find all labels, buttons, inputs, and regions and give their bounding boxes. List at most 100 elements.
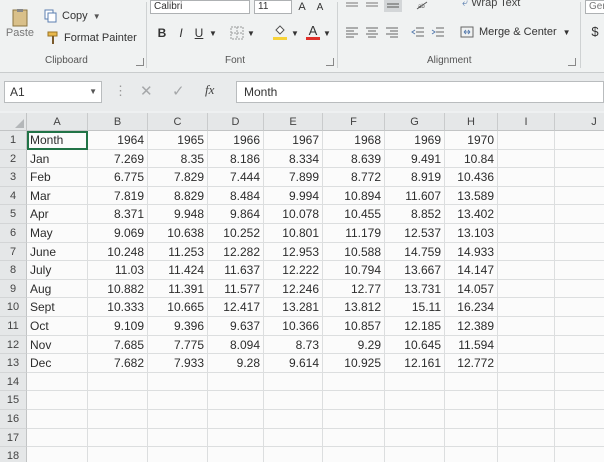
- cell-g10[interactable]: 15.11: [385, 298, 445, 317]
- cell-i2[interactable]: [498, 149, 555, 169]
- row-header[interactable]: 14: [0, 372, 27, 392]
- wrap-text-button[interactable]: ⤶ Wrap Text: [462, 0, 520, 10]
- row-header[interactable]: 18: [0, 447, 27, 462]
- cell-d17[interactable]: [208, 428, 264, 448]
- cell-c18[interactable]: [148, 447, 208, 462]
- row-header[interactable]: 16: [0, 410, 27, 429]
- cell-e18[interactable]: [264, 447, 323, 462]
- cell-b14[interactable]: [88, 372, 148, 392]
- insert-function-icon[interactable]: fx: [205, 82, 214, 98]
- cell-h4[interactable]: 13.589: [445, 186, 498, 206]
- cell-c13[interactable]: 7.933: [148, 354, 208, 373]
- cell-j8[interactable]: [555, 261, 604, 280]
- cell-f4[interactable]: 10.894: [323, 186, 385, 206]
- cell-j18[interactable]: [555, 447, 604, 462]
- cell-j4[interactable]: [555, 187, 604, 206]
- cell-f10[interactable]: 13.812: [323, 298, 385, 317]
- copy-dropdown-icon[interactable]: ▼: [93, 12, 101, 21]
- cell-d12[interactable]: 8.094: [208, 335, 264, 355]
- font-size-box[interactable]: 11: [254, 0, 292, 14]
- cell-f6[interactable]: 11.179: [323, 224, 385, 243]
- row-header[interactable]: 3: [0, 168, 27, 187]
- cell-c15[interactable]: [148, 391, 208, 410]
- cell-a2[interactable]: Jan: [27, 149, 88, 169]
- column-header-g[interactable]: G: [385, 113, 445, 131]
- cell-e9[interactable]: 12.246: [264, 279, 323, 299]
- top-align-button[interactable]: [344, 0, 360, 10]
- cell-c2[interactable]: 8.35: [148, 149, 208, 169]
- confirm-entry-icon[interactable]: ✓: [172, 82, 185, 100]
- cell-h16[interactable]: [445, 410, 498, 429]
- cell-a18[interactable]: [27, 447, 88, 462]
- cell-e13[interactable]: 9.614: [264, 354, 323, 373]
- cell-f9[interactable]: 12.77: [323, 279, 385, 299]
- borders-button[interactable]: [228, 22, 246, 44]
- currency-format-button[interactable]: $: [588, 22, 602, 40]
- cell-d18[interactable]: [208, 447, 264, 462]
- cancel-entry-icon[interactable]: ✕: [140, 82, 153, 100]
- cell-c8[interactable]: 11.424: [148, 261, 208, 280]
- cell-i4[interactable]: [498, 186, 555, 206]
- merge-center-button[interactable]: Merge & Center ▼: [460, 24, 571, 40]
- row-header[interactable]: 10: [0, 298, 27, 317]
- row-header[interactable]: 1: [0, 131, 27, 150]
- cell-d13[interactable]: 9.28: [208, 354, 264, 373]
- row-header[interactable]: 9: [0, 279, 27, 299]
- formula-input[interactable]: Month: [236, 81, 604, 103]
- cell-e4[interactable]: 9.994: [264, 186, 323, 206]
- cell-g17[interactable]: [385, 428, 445, 448]
- row-header[interactable]: 7: [0, 242, 27, 262]
- cell-f16[interactable]: [323, 410, 385, 429]
- cell-f3[interactable]: 8.772: [323, 168, 385, 187]
- row-header[interactable]: 17: [0, 428, 27, 448]
- cell-h7[interactable]: 14.933: [445, 242, 498, 262]
- cell-i3[interactable]: [498, 168, 555, 187]
- cell-b10[interactable]: 10.333: [88, 298, 148, 317]
- cell-h15[interactable]: [445, 391, 498, 410]
- cell-i5[interactable]: [498, 205, 555, 224]
- cell-h5[interactable]: 13.402: [445, 205, 498, 224]
- cell-e5[interactable]: 10.078: [264, 205, 323, 224]
- cell-e12[interactable]: 8.73: [264, 335, 323, 355]
- cell-j15[interactable]: [555, 391, 604, 410]
- cell-a16[interactable]: [27, 410, 88, 429]
- cell-f7[interactable]: 10.588: [323, 242, 385, 262]
- cell-e17[interactable]: [264, 428, 323, 448]
- column-header-c[interactable]: C: [148, 113, 208, 131]
- italic-button[interactable]: I: [174, 22, 188, 44]
- name-box[interactable]: A1 ▼: [4, 81, 102, 103]
- clipboard-launcher-icon[interactable]: [136, 58, 144, 66]
- cell-b13[interactable]: 7.682: [88, 354, 148, 373]
- cell-a7[interactable]: June: [27, 242, 88, 262]
- cell-b15[interactable]: [88, 391, 148, 410]
- cell-c4[interactable]: 8.829: [148, 186, 208, 206]
- cell-a8[interactable]: July: [27, 261, 88, 280]
- cell-f8[interactable]: 10.794: [323, 261, 385, 280]
- cell-e6[interactable]: 10.801: [264, 224, 323, 243]
- cell-b4[interactable]: 7.819: [88, 186, 148, 206]
- cell-h1[interactable]: 1970: [445, 131, 498, 150]
- cell-g5[interactable]: 8.852: [385, 205, 445, 224]
- bottom-align-button[interactable]: [384, 0, 402, 12]
- cell-f12[interactable]: 9.29: [323, 335, 385, 355]
- underline-button[interactable]: U: [192, 22, 206, 44]
- cell-c10[interactable]: 10.665: [148, 298, 208, 317]
- cell-g14[interactable]: [385, 372, 445, 392]
- cell-c1[interactable]: 1965: [148, 131, 208, 150]
- cell-d11[interactable]: 9.637: [208, 317, 264, 336]
- cell-g11[interactable]: 12.185: [385, 317, 445, 336]
- cell-j3[interactable]: [555, 168, 604, 187]
- cell-g18[interactable]: [385, 447, 445, 462]
- row-header[interactable]: 4: [0, 186, 27, 206]
- cell-b7[interactable]: 10.248: [88, 242, 148, 262]
- cell-h13[interactable]: 12.772: [445, 354, 498, 373]
- cell-c12[interactable]: 7.775: [148, 335, 208, 355]
- cell-e7[interactable]: 12.953: [264, 242, 323, 262]
- cell-j16[interactable]: [555, 410, 604, 429]
- cell-a10[interactable]: Sept: [27, 298, 88, 317]
- shrink-font-button[interactable]: A: [314, 0, 326, 14]
- cell-b1[interactable]: 1964: [88, 131, 148, 150]
- middle-align-button[interactable]: [364, 0, 380, 10]
- cell-e15[interactable]: [264, 391, 323, 410]
- cell-i11[interactable]: [498, 317, 555, 336]
